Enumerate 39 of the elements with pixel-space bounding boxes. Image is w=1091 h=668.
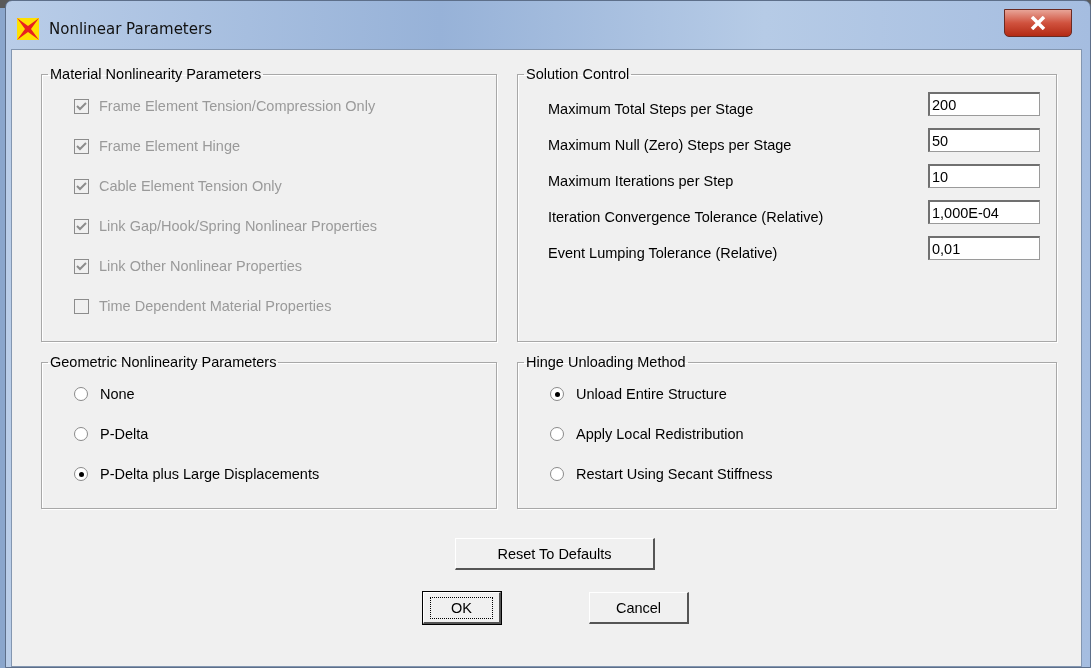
input-field[interactable]: 10 [928,164,1040,188]
radio-button[interactable] [550,387,564,401]
radio-label: None [100,386,135,402]
checkbox-label: Link Gap/Hook/Spring Nonlinear Properties [99,218,378,234]
cancel-button[interactable]: Cancel [589,592,689,624]
field-label: Maximum Total Steps per Stage [548,101,754,117]
group-title: Hinge Unloading Method [525,354,687,370]
field-label: Event Lumping Tolerance (Relative) [548,245,778,261]
field-label: Iteration Convergence Tolerance (Relative) [548,209,824,225]
checkbox-label: Frame Element Tension/Compression Only [99,98,376,114]
radio-label: P-Delta plus Large Displacements [100,466,320,482]
checkbox-label: Cable Element Tension Only [99,178,282,194]
group-title: Material Nonlinearity Parameters [49,66,263,82]
input-field[interactable]: 200 [928,92,1040,116]
radio-label: Restart Using Secant Stiffness [576,466,773,482]
checkbox-label: Frame Element Hinge [99,138,241,154]
close-button[interactable] [1004,9,1072,37]
field-label: Maximum Null (Zero) Steps per Stage [548,137,792,153]
radio-button[interactable] [550,427,564,441]
app-icon [15,16,41,42]
input-field[interactable]: 50 [928,128,1040,152]
radio-button[interactable] [74,427,88,441]
close-icon [1030,16,1046,30]
radio-label: Apply Local Redistribution [576,426,744,442]
group-title: Geometric Nonlinearity Parameters [49,354,278,370]
input-field[interactable]: 1,000E-04 [928,200,1040,224]
field-label: Maximum Iterations per Step [548,173,734,189]
radio-label: Unload Entire Structure [576,386,727,402]
checkbox-label: Link Other Nonlinear Properties [99,258,303,274]
radio-label: P-Delta [100,426,149,442]
ok-button[interactable]: OK [423,592,501,624]
group-title: Solution Control [525,66,631,82]
radio-button[interactable] [550,467,564,481]
window-title: Nonlinear Parameters [49,20,212,38]
checkbox-label: Time Dependent Material Properties [99,298,332,314]
reset-button[interactable]: Reset To Defaults [455,538,655,570]
radio-button[interactable] [74,387,88,401]
radio-button[interactable] [74,467,88,481]
input-field[interactable]: 0,01 [928,236,1040,260]
